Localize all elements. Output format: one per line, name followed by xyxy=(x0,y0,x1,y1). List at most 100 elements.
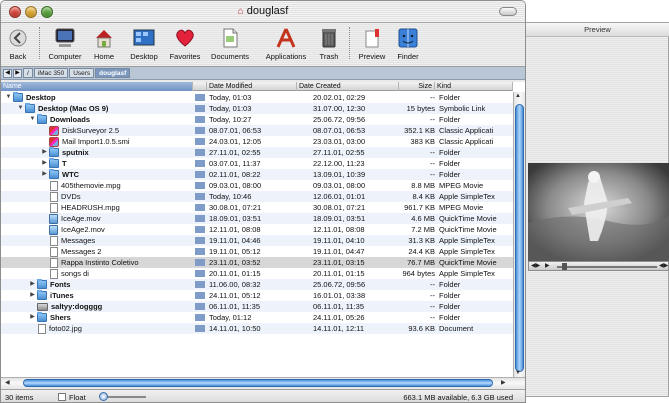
float-checkbox[interactable] xyxy=(58,393,66,401)
toolbar-computer[interactable]: Computer xyxy=(45,26,85,61)
kind-cell: Apple SimpleTex xyxy=(439,269,495,278)
file-name: Messages xyxy=(61,236,96,245)
folder-icon xyxy=(25,103,35,113)
scroll-down-arrow-icon[interactable]: ▼ xyxy=(515,370,521,376)
size-cell: 15 bytes xyxy=(406,104,435,113)
movie-timeline[interactable] xyxy=(557,266,657,268)
toolbar-preview[interactable]: Preview xyxy=(355,26,389,61)
toolbar-home[interactable]: Home xyxy=(89,26,119,61)
horizontal-scroll-thumb[interactable] xyxy=(23,379,493,387)
disclosure-closed-icon[interactable]: ▶ xyxy=(41,169,48,180)
disclosure-open-icon[interactable]: ▼ xyxy=(17,103,24,114)
table-row[interactable]: ▶ T 03.07.01, 11:37 22.12.00, 11:23 -- Folder xyxy=(1,158,513,169)
back-button[interactable]: Back xyxy=(7,26,29,61)
folder-icon xyxy=(37,290,47,300)
icon-size-slider[interactable] xyxy=(93,392,148,401)
name-wrap: DVDs xyxy=(41,191,81,202)
path-segment-current[interactable]: douglasf xyxy=(95,68,131,78)
item-count: 30 items xyxy=(5,393,34,402)
table-row[interactable]: Messages 2 19.11.01, 05:12 19.11.01, 04:47… xyxy=(1,246,513,257)
toolbar-trash[interactable]: Trash xyxy=(315,26,343,61)
vertical-scroll-thumb[interactable] xyxy=(515,104,524,372)
table-row[interactable]: ▼ Downloads Today, 10:27 25.06.72, 09:56 -- F… xyxy=(1,114,513,125)
step-icon[interactable]: ◀▶ xyxy=(659,262,668,271)
size-cell: 31.3 KB xyxy=(408,236,435,245)
name-wrap: ▼ Downloads xyxy=(29,114,90,125)
column-header-date-modified[interactable]: Date Modified xyxy=(207,82,297,91)
column-header-size[interactable]: Size xyxy=(399,82,435,91)
size-cell: 8.4 KB xyxy=(412,192,435,201)
disclosure-closed-icon[interactable]: ▶ xyxy=(41,158,48,169)
size-cell: -- xyxy=(430,170,435,179)
table-row[interactable]: ▶ Shers Today, 01:12 24.11.01, 05:26 -- Folde… xyxy=(1,312,513,323)
name-cell: saltyy:dogggg xyxy=(1,301,193,312)
table-row[interactable]: ▶ WTC 02.11.01, 08:22 13.09.01, 10:39 -- Fold… xyxy=(1,169,513,180)
doc-icon xyxy=(50,202,58,213)
path-back-arrow-icon[interactable]: ◀ xyxy=(3,68,12,78)
toolbar-documents[interactable]: Documents xyxy=(207,26,253,61)
horizontal-scrollbar[interactable]: ◀ ▶ xyxy=(1,377,525,388)
date-modified-cell: 02.11.01, 08:22 xyxy=(209,170,261,179)
name-cell: HEADRUSH.mpg xyxy=(1,202,193,213)
kind-cell: QuickTime Movie xyxy=(439,258,497,267)
path-segment-users[interactable]: Users xyxy=(69,68,95,78)
table-row[interactable]: 405themovie.mpg 09.03.01, 08:00 09.03.01, … xyxy=(1,180,513,191)
table-row[interactable]: HEADRUSH.mpg 30.08.01, 07:21 30.08.01, 07:… xyxy=(1,202,513,213)
toolbar-applications[interactable]: Applications xyxy=(259,26,313,61)
toolbar-favorites[interactable]: Favorites xyxy=(165,26,205,61)
column-header-kind[interactable]: Kind xyxy=(435,82,513,91)
table-row[interactable]: ▼ Desktop Today, 01:03 20.02.01, 02:29 -- Fol… xyxy=(1,92,513,103)
table-row[interactable]: Messages 19.11.01, 04:46 19.11.01, 04:10 31… xyxy=(1,235,513,246)
scroll-up-arrow-icon[interactable]: ▲ xyxy=(515,93,521,99)
disclosure-closed-icon[interactable]: ▶ xyxy=(41,147,48,158)
sort-column-marker xyxy=(195,281,205,288)
table-row[interactable]: ▶ iTunes 24.11.01, 05:12 16.01.01, 03:38 -- F… xyxy=(1,290,513,301)
title-bar[interactable]: ⌂ douglasf xyxy=(1,1,525,23)
volume-icon[interactable]: ◀▶ xyxy=(531,262,540,271)
mov-icon xyxy=(49,224,58,235)
movie-playhead[interactable] xyxy=(562,263,567,270)
vertical-scrollbar[interactable]: ▲ ▼ xyxy=(513,92,525,377)
disclosure-closed-icon[interactable]: ▶ xyxy=(29,290,36,301)
name-cell: ▼ Downloads xyxy=(1,114,193,125)
table-row[interactable]: IceAge.mov 18.09.01, 03:51 18.09.01, 03:51… xyxy=(1,213,513,224)
toolbar-finder[interactable]: Finder xyxy=(393,26,423,61)
table-row[interactable]: foto02.jpg 14.11.01, 10:50 14.11.01, 12:11… xyxy=(1,323,513,334)
column-header-date-created[interactable]: Date Created xyxy=(297,82,399,91)
name-wrap: ▶ sputnix xyxy=(41,147,89,158)
table-row[interactable]: IceAge2.mov 12.11.01, 08:08 12.11.01, 08:0… xyxy=(1,224,513,235)
disclosure-open-icon[interactable]: ▼ xyxy=(5,92,12,103)
disclosure-closed-icon[interactable]: ▶ xyxy=(29,279,36,290)
sort-column-marker xyxy=(195,138,205,145)
table-row[interactable]: ▶ sputnix 27.11.01, 02:55 27.11.01, 02:55 --… xyxy=(1,147,513,158)
table-row[interactable]: Rappa Instinto Coletivo 23.11.01, 03:52 23… xyxy=(1,257,513,268)
table-row[interactable]: saltyy:dogggg 06.11.01, 11:35 06.11.01, 11… xyxy=(1,301,513,312)
name-cell: ▶ Shers xyxy=(1,312,193,323)
kind-cell: Apple SimpleTex xyxy=(439,236,495,245)
column-header-name[interactable]: Name xyxy=(1,82,193,91)
disclosure-open-icon[interactable]: ▼ xyxy=(29,114,36,125)
path-segment-root[interactable]: / xyxy=(23,68,33,78)
table-row[interactable]: DVDs Today, 10:46 12.06.01, 01:01 8.4 KB App… xyxy=(1,191,513,202)
toolbar-desktop[interactable]: Desktop xyxy=(125,26,163,61)
scroll-left-arrow-icon[interactable]: ◀ xyxy=(5,378,10,388)
table-row[interactable]: ▼ Desktop (Mac OS 9) Today, 01:03 31.07.00,… xyxy=(1,103,513,114)
table-row[interactable]: ▶ Fonts 11.06.00, 08:32 25.06.72, 09:56 -- Fo… xyxy=(1,279,513,290)
date-created-cell: 27.11.01, 02:55 xyxy=(313,148,365,157)
file-name: 405themovie.mpg xyxy=(61,181,121,190)
play-icon[interactable]: ▶ xyxy=(545,262,550,271)
scroll-right-arrow-icon[interactable]: ▶ xyxy=(501,378,506,388)
name-wrap: songs di xyxy=(41,268,89,279)
disclosure-closed-icon[interactable]: ▶ xyxy=(29,312,36,323)
home-folder-icon: ⌂ xyxy=(237,6,244,17)
table-row[interactable]: DiskSurveyor 2.5 08.07.01, 06:53 08.07.01,… xyxy=(1,125,513,136)
table-row[interactable]: songs di 20.11.01, 01:15 20.11.01, 01:15 96… xyxy=(1,268,513,279)
size-cell: 93.6 KB xyxy=(408,324,435,333)
table-row[interactable]: Mail Import1.0.5.smi 24.03.01, 12:05 23.03… xyxy=(1,136,513,147)
slider-knob[interactable] xyxy=(99,392,108,401)
path-forward-arrow-icon[interactable]: ▶ xyxy=(13,68,22,78)
path-segment-disk[interactable]: iMac 350 xyxy=(33,68,69,78)
kind-cell: Apple SimpleTex xyxy=(439,247,495,256)
preview-title: Preview xyxy=(526,23,669,37)
toolbar-toggle-button[interactable] xyxy=(499,7,517,16)
